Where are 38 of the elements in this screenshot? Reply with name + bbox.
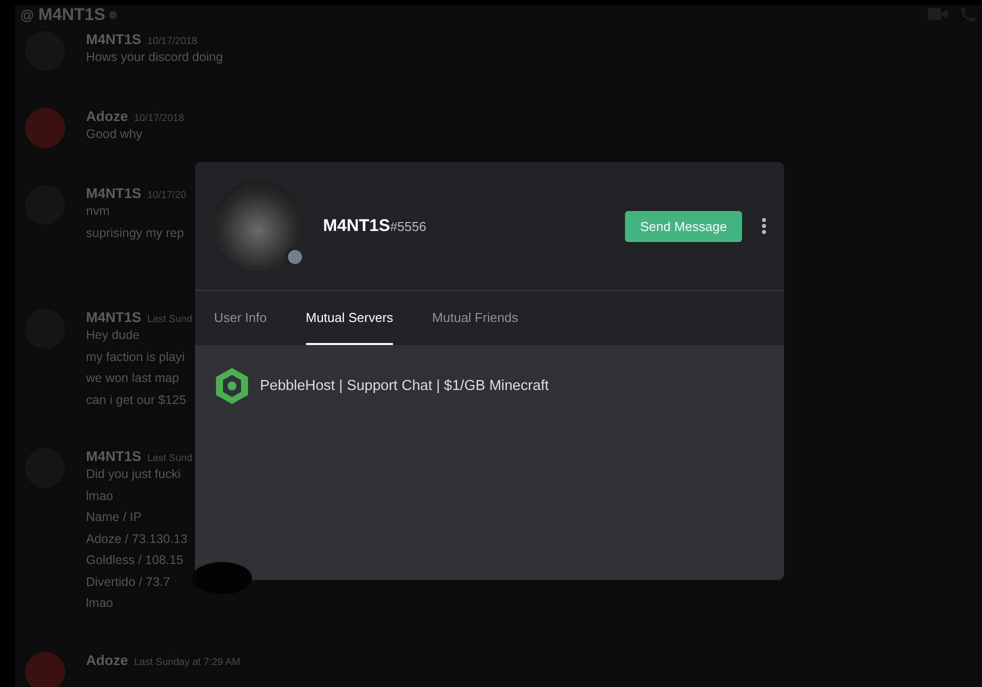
message-author: M4NT1S [86, 185, 142, 201]
message-text: Goldless / 108.15 [86, 552, 184, 569]
message-text: Divertido / 73.7 [86, 574, 172, 590]
message-text: Name / IP [86, 509, 143, 526]
message-text: can i get our $125 [86, 392, 188, 409]
message-text: my faction is playi [86, 348, 186, 366]
server-logo-icon [215, 367, 249, 405]
server-name[interactable]: PebbleHost | Support Chat | $1/GB Minecraft [260, 378, 549, 394]
username: M4NT1S#5556 [323, 216, 426, 236]
channel-title: M4NT1S [38, 5, 106, 25]
message-author: Adoze [86, 108, 128, 124]
tab[interactable]: User Info [214, 291, 267, 345]
message-timestamp: 10/17/2018 [147, 36, 198, 47]
message-author: M4NT1S [86, 448, 142, 464]
message-text: suprisingy my rep [86, 224, 185, 242]
send-message-button[interactable]: Send Message [625, 210, 742, 242]
more-options-icon[interactable] [762, 218, 766, 234]
message-timestamp: Last Sunday at 7:29 AM [134, 656, 240, 668]
message-text: we won last map [86, 370, 180, 387]
message-text: Hey dude [86, 327, 141, 344]
message-author: M4NT1S [86, 309, 142, 325]
message-timestamp: Last Sund [147, 314, 192, 325]
at-symbol: @ [20, 7, 34, 23]
message-text: Did you just fucki [86, 466, 182, 483]
message-text: nvm [86, 203, 111, 220]
message-timestamp: Last Sund [147, 453, 192, 464]
message-text: lmao [86, 595, 114, 612]
tab[interactable]: Mutual Servers [306, 291, 394, 345]
tab[interactable]: Mutual Friends [432, 291, 518, 345]
message-timestamp: 10/17/2018 [134, 113, 184, 124]
message-author: Adoze [86, 652, 128, 668]
message-text: Adoze / 73.130.13 [86, 530, 188, 548]
message-text: lmao [86, 488, 114, 504]
message-text: Good why [86, 126, 144, 143]
status-dot [109, 11, 118, 19]
message-author: M4NT1S [86, 31, 142, 47]
message-text: Hows your discord doing [86, 49, 223, 66]
message-timestamp: 10/17/20 [147, 190, 186, 201]
